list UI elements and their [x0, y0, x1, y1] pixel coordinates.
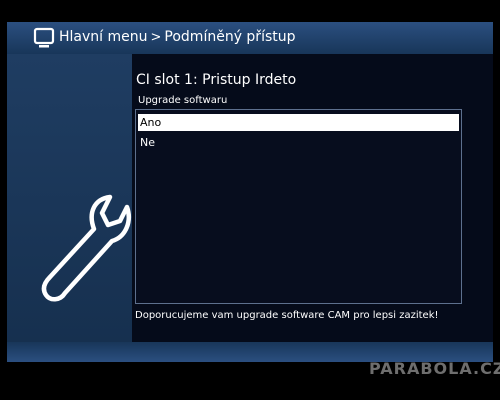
breadcrumb: Hlavní menu > Podmíněný přístup: [59, 29, 296, 45]
wrench-icon: [41, 194, 131, 302]
tv-icon: [33, 27, 55, 48]
options-list: Ano Ne: [135, 109, 462, 304]
watermark: PARABOLA.CZ: [369, 359, 500, 378]
breadcrumb-current: Podmíněný přístup: [164, 29, 296, 45]
header-bar: Hlavní menu > Podmíněný přístup: [7, 22, 493, 54]
breadcrumb-separator: >: [150, 29, 162, 45]
breadcrumb-root[interactable]: Hlavní menu: [59, 29, 148, 45]
section-subtitle: Upgrade softwaru: [138, 95, 228, 106]
tv-screen: Hlavní menu > Podmíněný přístup CI slot …: [0, 0, 500, 400]
option-ano[interactable]: Ano: [138, 114, 459, 131]
main-panel: CI slot 1: Pristup Irdeto Upgrade softwa…: [132, 54, 493, 342]
info-text: Doporucujeme vam upgrade software CAM pr…: [135, 310, 439, 321]
option-ne[interactable]: Ne: [138, 134, 459, 151]
sidebar-panel: [7, 54, 132, 342]
page-title: CI slot 1: Pristup Irdeto: [136, 72, 297, 88]
